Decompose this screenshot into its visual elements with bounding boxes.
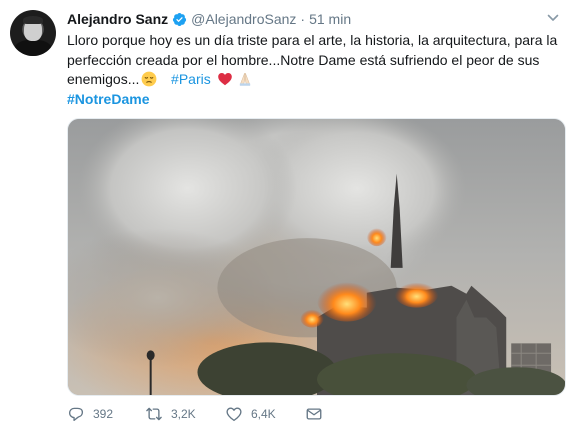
- envelope-icon: [306, 408, 322, 420]
- notre-dame-fire-photo: [68, 119, 565, 395]
- retweet-count: 3,2K: [171, 407, 196, 421]
- tweet-actions: 392 3,2K 6,4K: [67, 404, 497, 424]
- avatar-hair-shape: [23, 16, 43, 24]
- reply-count: 392: [93, 407, 114, 421]
- reply-button[interactable]: 392: [67, 405, 147, 423]
- sad-relieved-face-emoji-icon: [141, 71, 157, 87]
- like-button[interactable]: 6,4K: [225, 405, 305, 423]
- tweet-text-line-1: Lloro porque hoy es un día triste para e…: [67, 32, 558, 48]
- retweet-icon: [146, 407, 162, 421]
- hashtag-notredame-link[interactable]: #NotreDame: [67, 91, 149, 107]
- retweet-button[interactable]: 3,2K: [145, 405, 225, 423]
- author-name[interactable]: Alejandro Sanz: [67, 11, 168, 27]
- tweet-header: Alejandro Sanz @AlejandroSanz · 51 min: [67, 10, 351, 28]
- tweet-text-line-3-text: enemigos...: [67, 71, 140, 87]
- reply-icon: [68, 407, 84, 422]
- separator-dot: ·: [300, 11, 306, 27]
- verified-badge-icon: [173, 12, 187, 26]
- avatar-body-shape: [14, 40, 52, 56]
- avatar[interactable]: [10, 10, 56, 56]
- folded-hands-emoji-icon: [239, 73, 250, 86]
- tweet-photo[interactable]: [67, 118, 566, 396]
- direct-message-button[interactable]: [305, 405, 345, 423]
- tweet-card[interactable]: Alejandro Sanz @AlejandroSanz · 51 min L…: [0, 0, 575, 430]
- tweet-text-line-3: enemigos... #Paris: [67, 70, 563, 90]
- red-heart-emoji-icon: [217, 73, 232, 86]
- timestamp[interactable]: 51 min: [309, 11, 351, 27]
- tweet-text: Lloro porque hoy es un día triste para e…: [67, 31, 563, 109]
- heart-icon: [226, 407, 242, 422]
- hashtag-paris-link[interactable]: #Paris: [171, 71, 211, 87]
- chevron-down-icon[interactable]: [547, 12, 559, 24]
- like-count: 6,4K: [251, 407, 276, 421]
- tweet-text-line-2: perfección creada por el hombre...Notre …: [67, 51, 540, 68]
- author-handle[interactable]: @AlejandroSanz: [191, 11, 296, 27]
- tweet-text-line-4: #NotreDame: [67, 90, 563, 110]
